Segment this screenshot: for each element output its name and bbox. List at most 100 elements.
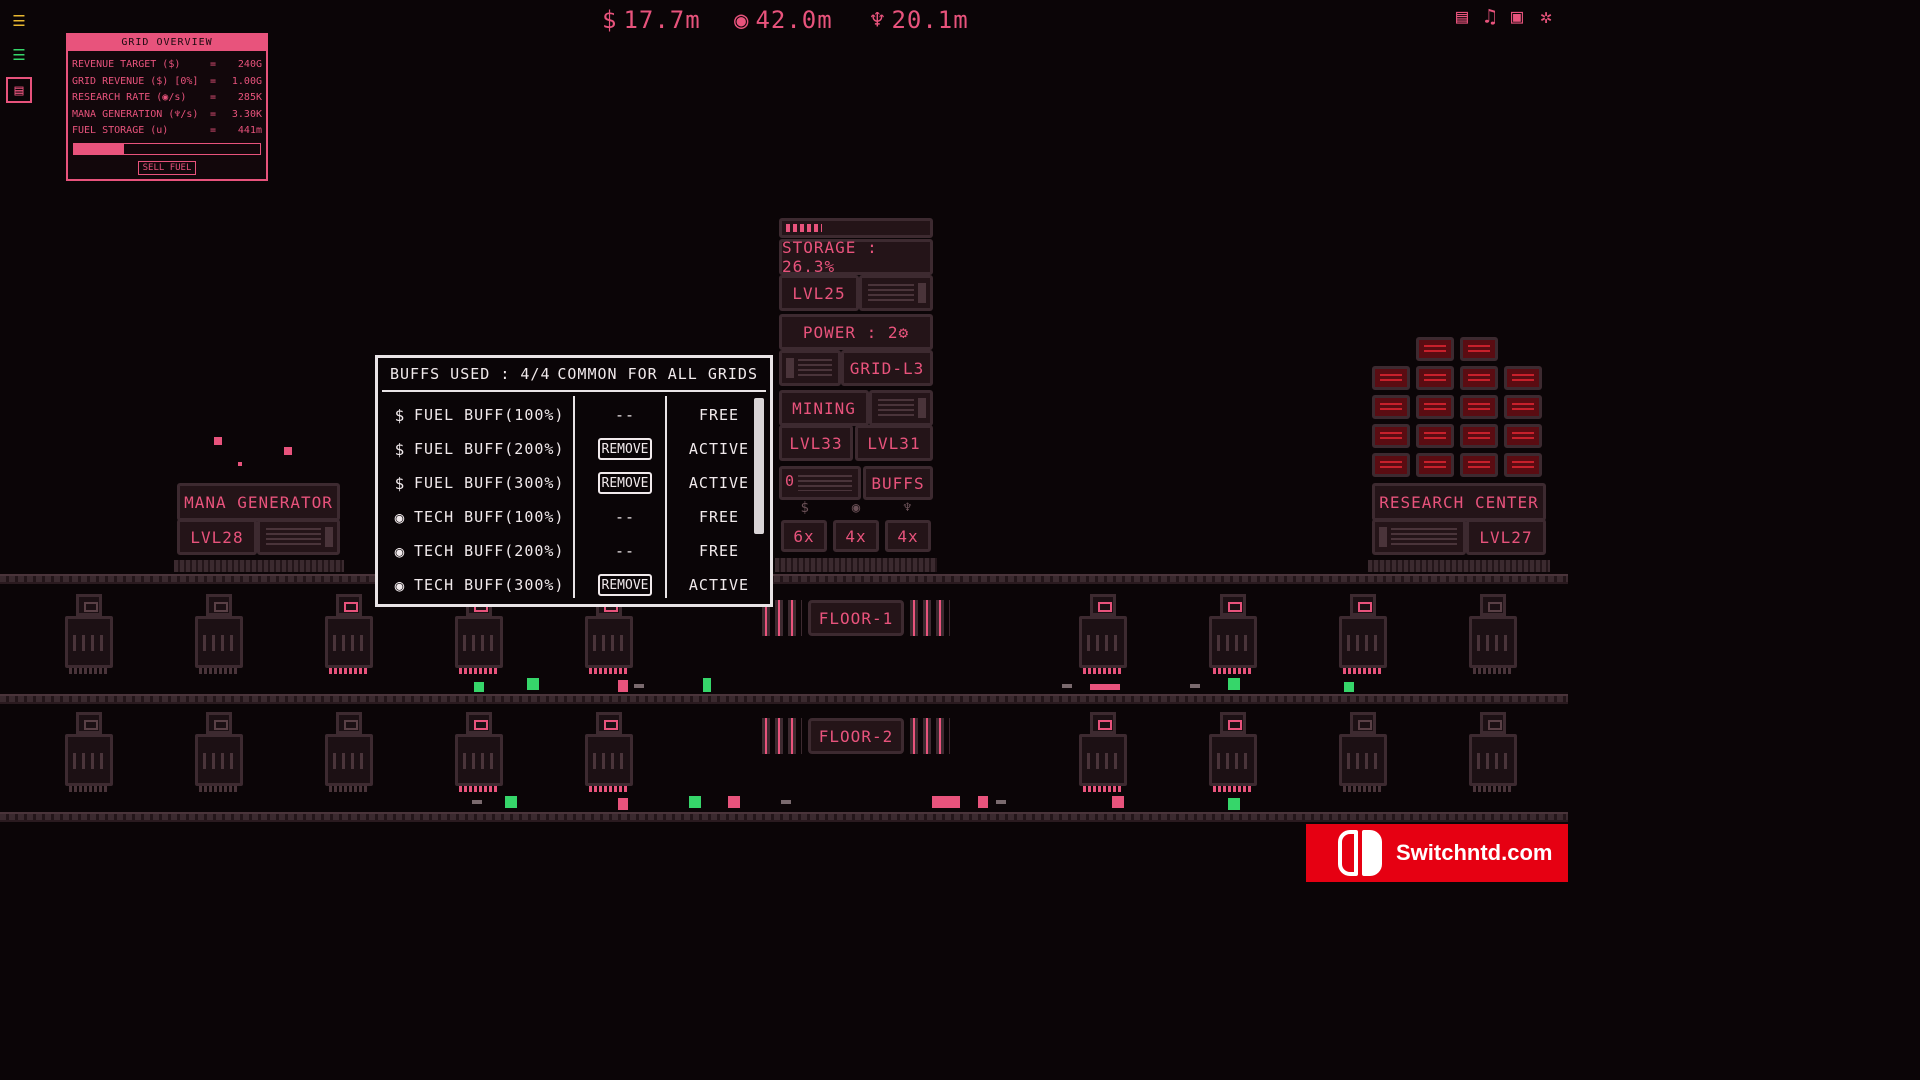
buffs-scrollbar[interactable] (754, 398, 764, 534)
mining-machine[interactable] (323, 594, 375, 676)
ore-token (1344, 682, 1354, 692)
storage-meter-fill (786, 224, 823, 232)
buffs-button[interactable]: BUFFS (863, 466, 933, 500)
ore-token (1190, 684, 1200, 688)
grid-overview-panel: GRID OVERVIEW REVENUE TARGET ($) = 240G GR… (66, 33, 268, 181)
power-label: POWER : 2⚙ (779, 314, 933, 350)
mining-machine[interactable] (1337, 594, 1389, 676)
overview-value: 3.30K (231, 108, 262, 120)
floor-1-label[interactable]: FLOOR-1 (808, 600, 904, 636)
buff-status: FREE (698, 508, 740, 526)
mana-particle (214, 437, 222, 445)
mining-machine[interactable] (1207, 712, 1259, 794)
floor-2-label[interactable]: FLOOR-2 (808, 718, 904, 754)
overview-value: 441m (237, 125, 262, 136)
floor-2-ceiling-rail (0, 694, 1568, 704)
mining-machine[interactable] (323, 712, 375, 794)
mana-generator-base (174, 560, 344, 572)
mining-label[interactable]: MINING (779, 390, 869, 426)
overview-value: 285K (237, 92, 262, 103)
mining-machine[interactable] (1207, 594, 1259, 676)
mana-value: 20.1m (891, 6, 969, 34)
ore-token (978, 796, 988, 808)
dollar-icon: $ (800, 500, 809, 516)
fuel-storage-bar (73, 142, 261, 155)
ore-token (932, 796, 960, 808)
overview-key: REVENUE TARGET ($) (72, 59, 181, 70)
mining-level-a[interactable]: LVL33 (779, 425, 853, 461)
buff-action-empty: -- (614, 542, 636, 560)
grid-slot (779, 350, 841, 386)
research-brick (1460, 366, 1498, 390)
music-icon[interactable]: ♫ (1484, 4, 1496, 28)
ore-token (1228, 798, 1240, 810)
research-center-level[interactable]: LVL27 (1466, 519, 1546, 555)
mining-machine[interactable] (63, 712, 115, 794)
mana-particle (238, 462, 242, 466)
mining-machine[interactable] (1077, 594, 1129, 676)
buff-row: $ FUEL BUFF(200%) REMOVE ACTIVE (386, 432, 748, 466)
sidebar-grid-icon-3[interactable]: ▤ (6, 77, 32, 103)
mining-machine[interactable] (193, 594, 245, 676)
overview-eq: = (209, 92, 217, 103)
buff-name: TECH BUFF(100%) (414, 508, 565, 526)
watermark-text: Switchntd.com (1396, 840, 1553, 865)
tower-level[interactable]: LVL25 (779, 275, 859, 311)
floor-2-bottom-rail (0, 812, 1568, 822)
research-brick (1416, 337, 1454, 361)
storage-label: STORAGE : 26.3% (779, 238, 933, 276)
mining-machine[interactable] (63, 594, 115, 676)
overview-eq: = (209, 108, 217, 120)
mana-generator-title[interactable]: MANA GENERATOR (177, 483, 340, 521)
research-center-base (1368, 560, 1550, 572)
ore-token (1062, 684, 1072, 688)
grid-level-button[interactable]: GRID-L3 (841, 350, 933, 386)
mining-level-b[interactable]: LVL31 (855, 425, 933, 461)
buff-status: ACTIVE (688, 440, 750, 458)
ore-token (996, 800, 1006, 804)
research-brick (1416, 395, 1454, 419)
mining-machine[interactable] (1467, 712, 1519, 794)
stats-icon[interactable]: ▤ (1456, 4, 1468, 28)
remove-buff-button[interactable]: REMOVE (597, 438, 653, 460)
buff-action-empty: -- (614, 508, 636, 526)
ore-token (505, 796, 517, 808)
remove-buff-button[interactable]: REMOVE (597, 574, 653, 596)
buff-name: FUEL BUFF(100%) (414, 406, 565, 424)
sidebar-grid-icon-1[interactable]: ☰ (8, 10, 30, 32)
research-brick (1372, 424, 1410, 448)
ore-token (703, 678, 711, 692)
research-center-title[interactable]: RESEARCH CENTER (1372, 483, 1546, 521)
mining-machine[interactable] (1337, 712, 1389, 794)
floor-2-elevator[interactable]: FLOOR-2 (760, 714, 952, 760)
ore-token (618, 798, 628, 810)
remove-buff-button[interactable]: REMOVE (597, 472, 653, 494)
mining-machine[interactable] (583, 712, 635, 794)
settings-icon[interactable]: ✲ (1540, 4, 1552, 28)
save-icon[interactable]: ▣ (1511, 4, 1523, 28)
buffs-common-label: COMMON FOR ALL GRIDS (557, 365, 758, 383)
mining-machine[interactable] (453, 712, 505, 794)
overview-row: MANA GENERATION (♆/s) = 3.30K (68, 107, 266, 124)
research-brick (1416, 453, 1454, 477)
mana-generator-level[interactable]: LVL28 (177, 519, 257, 555)
buff-name: FUEL BUFF(300%) (414, 474, 565, 492)
mining-machine[interactable] (1467, 594, 1519, 676)
overview-row: FUEL STORAGE (u) = 441m (68, 123, 266, 140)
overview-key: GRID REVENUE ($) [0%] (72, 75, 199, 87)
tech-multiplier: 4x (833, 520, 879, 552)
overview-eq: = (209, 75, 217, 87)
overview-row: GRID REVENUE ($) [0%] = 1.00G (68, 74, 266, 91)
overview-value: 1.00G (231, 75, 262, 87)
sell-fuel-button[interactable]: SELL FUEL (138, 160, 196, 175)
sidebar-grid-icon-2[interactable]: ☰ (8, 44, 30, 66)
mining-machine[interactable] (193, 712, 245, 794)
mana-particle (284, 447, 292, 455)
research-brick (1504, 424, 1542, 448)
research-value: 42.0m (755, 6, 833, 34)
mining-machine[interactable] (1077, 712, 1129, 794)
floor-1-elevator[interactable]: FLOOR-1 (760, 596, 952, 642)
mana-stat: ♆ 20.1m (870, 6, 969, 34)
ore-token (728, 796, 740, 808)
overview-eq: = (209, 59, 217, 70)
